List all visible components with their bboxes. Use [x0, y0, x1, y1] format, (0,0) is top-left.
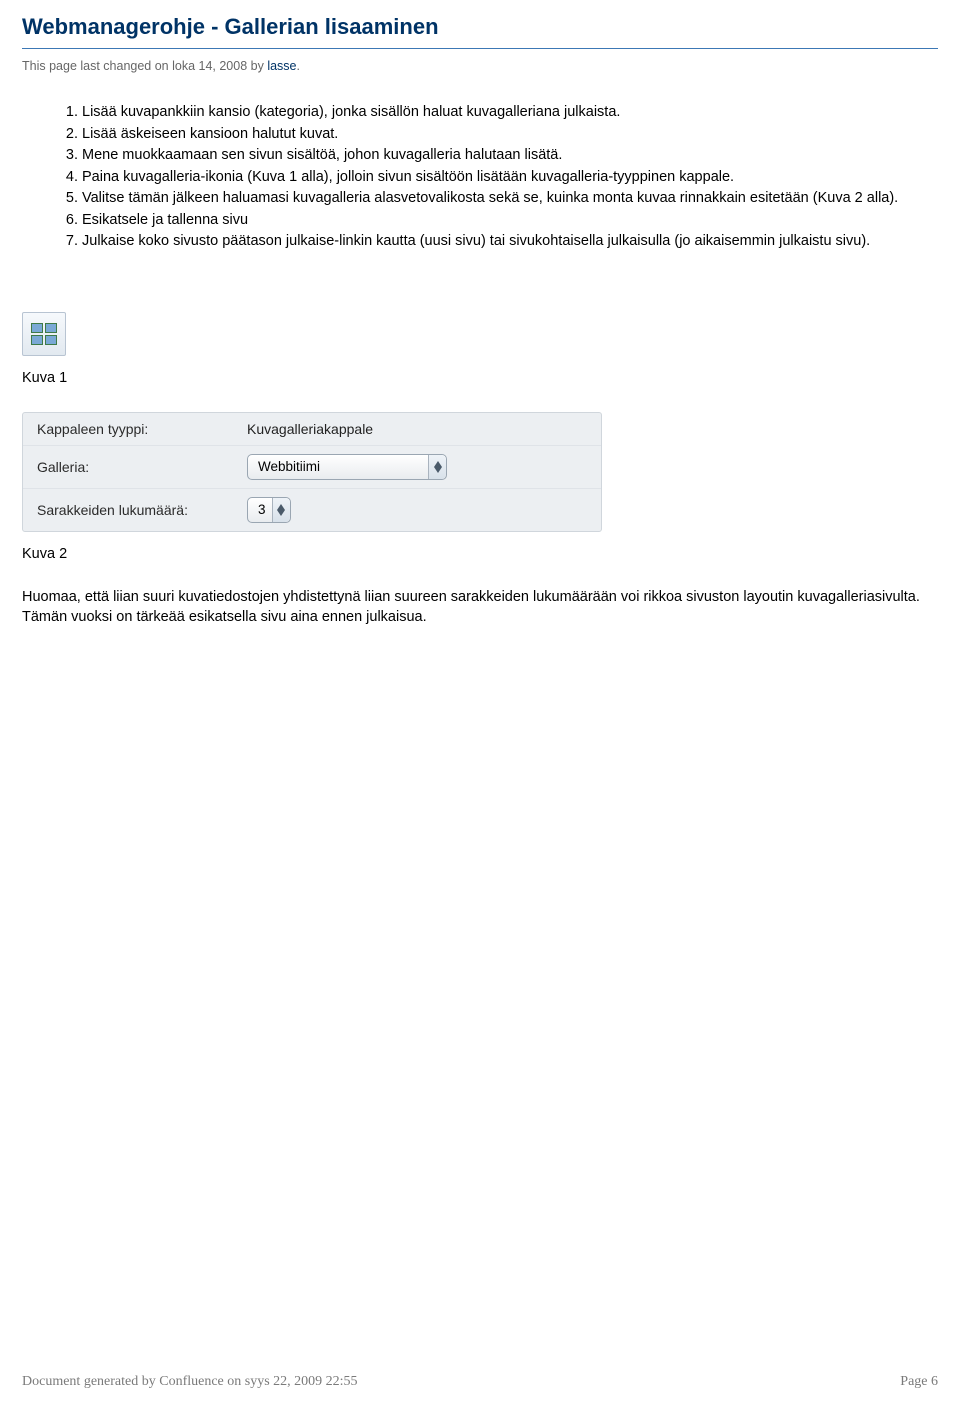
caption-kuva2: Kuva 2 — [22, 546, 938, 562]
note-paragraph: Huomaa, että liian suuri kuvatiedostojen… — [22, 588, 938, 627]
page-footer: Document generated by Confluence on syys… — [22, 1374, 938, 1390]
form-panel-kuva2: Kappaleen tyyppi: Kuvagalleriakappale Ga… — [22, 412, 602, 532]
form-row-galleria: Galleria: Webbitiimi — [23, 445, 601, 488]
value-kappaleen-tyyppi: Kuvagalleriakappale — [247, 421, 373, 437]
instruction-list: Lisää kuvapankkiin kansio (kategoria), j… — [82, 103, 938, 252]
label-kappaleen-tyyppi: Kappaleen tyyppi: — [37, 421, 247, 437]
caption-kuva1: Kuva 1 — [22, 370, 938, 386]
list-item: Mene muokkaamaan sen sivun sisältöä, joh… — [82, 146, 938, 166]
select-galleria[interactable]: Webbitiimi — [247, 454, 447, 480]
meta-suffix: . — [297, 59, 300, 73]
select-sarakkeet-value: 3 — [248, 502, 272, 517]
page-meta: This page last changed on loka 14, 2008 … — [22, 59, 938, 73]
list-item: Paina kuvagalleria-ikonia (Kuva 1 alla),… — [82, 168, 938, 188]
author-link[interactable]: lasse — [267, 59, 296, 73]
list-item: Esikatsele ja tallenna sivu — [82, 211, 938, 231]
select-stepper-icon — [272, 498, 290, 522]
label-sarakkeet: Sarakkeiden lukumäärä: — [37, 502, 247, 518]
gallery-icon — [31, 323, 57, 345]
meta-prefix: This page last changed on loka 14, 2008 … — [22, 59, 267, 73]
footer-left: Document generated by Confluence on syys… — [22, 1374, 358, 1390]
footer-right: Page 6 — [900, 1374, 938, 1390]
select-sarakkeet[interactable]: 3 — [247, 497, 291, 523]
select-stepper-icon — [428, 455, 446, 479]
gallery-toolbar-icon — [22, 312, 66, 356]
list-item: Valitse tämän jälkeen haluamasi kuvagall… — [82, 189, 938, 209]
label-galleria: Galleria: — [37, 459, 247, 475]
form-row-type: Kappaleen tyyppi: Kuvagalleriakappale — [23, 413, 601, 445]
list-item: Julkaise koko sivusto päätason julkaise-… — [82, 232, 938, 252]
select-galleria-value: Webbitiimi — [248, 459, 428, 474]
list-item: Lisää äskeiseen kansioon halutut kuvat. — [82, 125, 938, 145]
list-item: Lisää kuvapankkiin kansio (kategoria), j… — [82, 103, 938, 123]
page-title: Webmanagerohje - Gallerian lisaaminen — [22, 14, 938, 40]
title-rule — [22, 48, 938, 49]
form-row-sarakkeet: Sarakkeiden lukumäärä: 3 — [23, 488, 601, 531]
